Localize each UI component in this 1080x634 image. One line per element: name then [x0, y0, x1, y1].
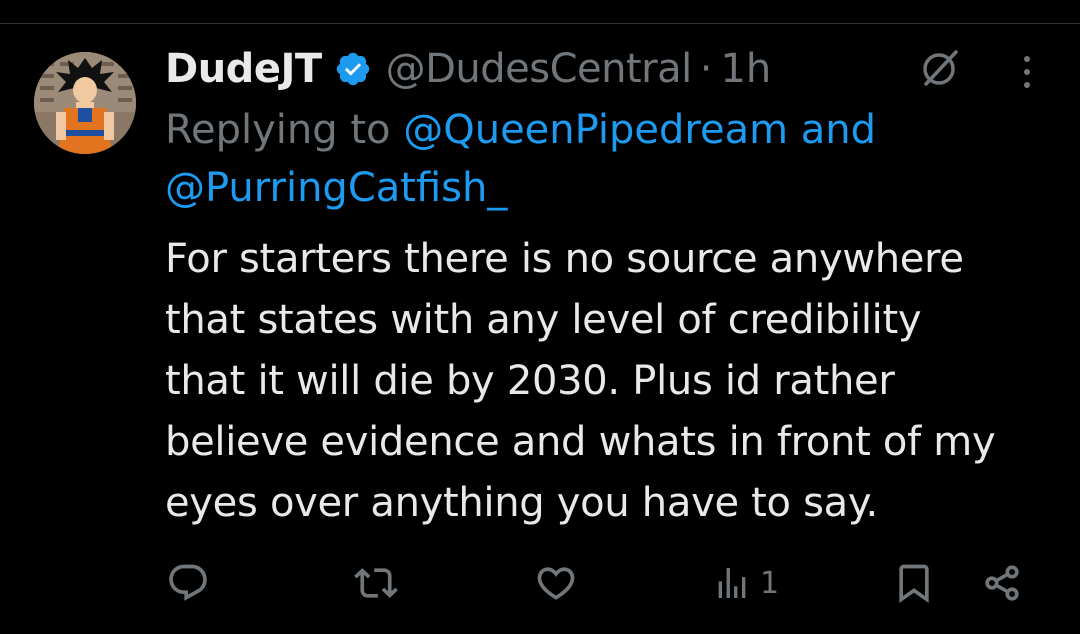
like-icon	[537, 567, 575, 600]
share-icon	[985, 565, 1019, 601]
post-text-line: that states with any level of credibilit…	[165, 297, 922, 343]
avatar-image	[34, 52, 136, 154]
mention-link[interactable]: @PurringCatfish_	[165, 165, 507, 211]
post-text-line: eyes over anything you have to say.	[165, 480, 878, 526]
display-name[interactable]: DudeJT	[165, 46, 322, 92]
repost-icon	[354, 568, 398, 598]
more-vertical-icon[interactable]	[1009, 52, 1045, 92]
reply-icon	[169, 564, 207, 601]
replying-to-prefix: Replying to	[165, 107, 391, 153]
views-icon	[718, 568, 746, 598]
share-button[interactable]	[980, 555, 1024, 611]
bookmark-icon	[899, 564, 929, 604]
replying-to: Replying to @QueenPipedream and @Purring…	[165, 101, 1045, 217]
action-bar: 1	[0, 555, 1080, 611]
views-count: 1	[760, 565, 780, 601]
top-divider	[0, 23, 1080, 24]
post-text-line: that it will die by 2030. Plus id rather	[165, 358, 895, 404]
post-text: For starters there is no source anywhere…	[165, 229, 1060, 534]
replying-to-conjunction: and	[800, 107, 877, 153]
post-text-line: For starters there is no source anywhere	[165, 236, 964, 282]
verified-badge-icon[interactable]	[334, 50, 372, 88]
header-separator: ·	[699, 46, 713, 92]
avatar[interactable]	[34, 52, 136, 154]
post-text-line: believe evidence and whats in front of m…	[165, 419, 996, 465]
bookmark-button[interactable]	[892, 555, 936, 611]
grok-icon[interactable]	[918, 46, 962, 90]
reply-button[interactable]	[166, 555, 210, 611]
views-button[interactable]: 1	[712, 555, 779, 611]
post-header: DudeJT @DudesCentral · 1h	[165, 42, 771, 96]
mention-link[interactable]: @QueenPipedream	[403, 107, 788, 153]
like-button[interactable]	[534, 555, 578, 611]
post-timestamp[interactable]: 1h	[720, 46, 771, 92]
author-handle[interactable]: @DudesCentral	[386, 46, 693, 92]
repost-button[interactable]	[354, 555, 398, 611]
